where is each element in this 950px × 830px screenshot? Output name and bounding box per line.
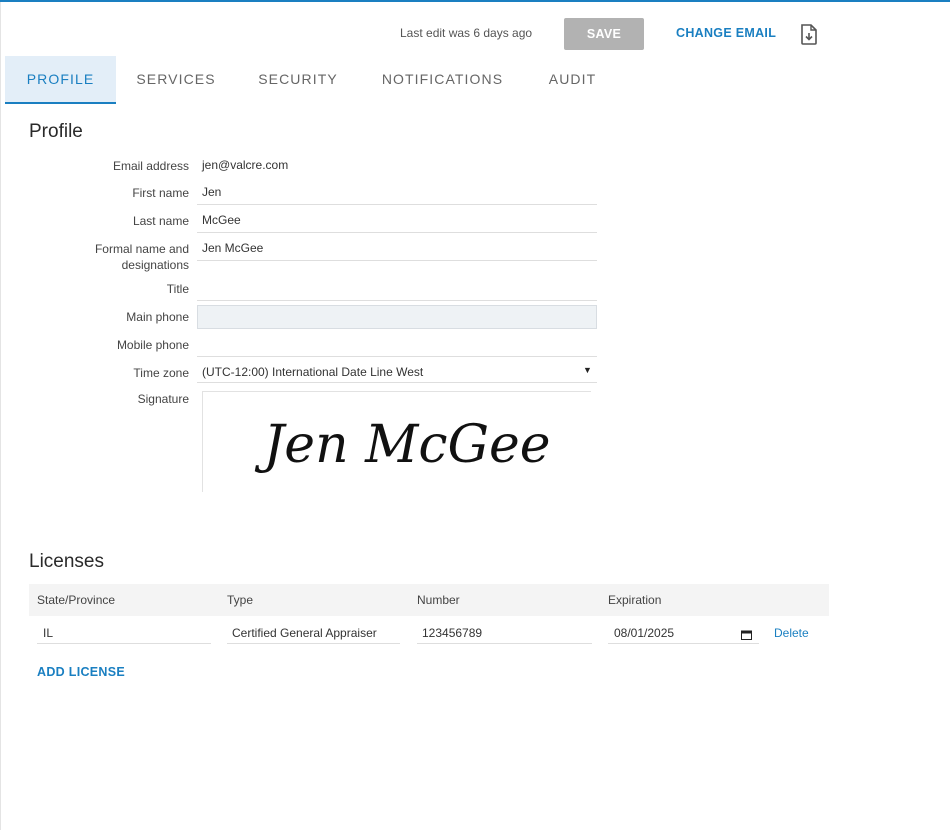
license-expiration-underline xyxy=(608,643,759,644)
time-zone-select[interactable]: (UTC-12:00) International Date Line West xyxy=(202,365,423,379)
tab-notifications[interactable]: NOTIFICATIONS xyxy=(375,56,510,102)
save-button[interactable]: SAVE xyxy=(564,18,644,50)
last-name-label: Last name xyxy=(132,214,189,228)
tab-services[interactable]: SERVICES xyxy=(126,56,226,102)
profile-heading: Profile xyxy=(29,121,83,142)
tab-profile[interactable]: PROFILE xyxy=(5,56,116,104)
change-email-button[interactable]: CHANGE EMAIL xyxy=(676,26,776,40)
mobile-phone-label: Mobile phone xyxy=(116,338,189,352)
first-name-input[interactable]: Jen xyxy=(202,185,221,199)
license-type-underline xyxy=(227,643,400,644)
dropdown-arrow-icon[interactable]: ▼ xyxy=(583,365,592,375)
main-phone-label: Main phone xyxy=(126,310,189,324)
title-underline xyxy=(197,300,597,301)
last-name-underline xyxy=(197,232,597,233)
title-label: Title xyxy=(166,282,189,296)
license-number-underline xyxy=(417,643,592,644)
license-expiration-input[interactable]: 08/01/2025 xyxy=(614,626,674,640)
license-state-underline xyxy=(37,643,211,644)
delete-license-button[interactable]: Delete xyxy=(774,626,809,640)
column-header-expiration: Expiration xyxy=(608,593,662,607)
column-header-number: Number xyxy=(417,593,460,607)
last-edit-status: Last edit was 6 days ago xyxy=(400,26,533,40)
column-header-type: Type xyxy=(227,593,254,607)
license-state-input[interactable]: IL xyxy=(43,626,53,640)
mobile-phone-underline xyxy=(197,356,597,357)
time-zone-label: Time zone xyxy=(133,366,189,380)
add-license-button[interactable]: ADD LICENSE xyxy=(37,665,125,679)
formal-name-underline xyxy=(197,260,597,261)
tab-security[interactable]: SECURITY xyxy=(248,56,348,102)
formal-name-input[interactable]: Jen McGee xyxy=(202,241,263,255)
left-divider xyxy=(0,2,1,830)
file-download-icon[interactable] xyxy=(800,24,818,45)
last-name-input[interactable]: McGee xyxy=(202,213,241,227)
email-label: Email address xyxy=(112,159,189,173)
signature-text: Jen McGee xyxy=(254,415,550,475)
calendar-icon[interactable] xyxy=(741,627,752,640)
time-zone-underline xyxy=(197,382,597,383)
signature-label: Signature xyxy=(137,392,189,406)
licenses-heading: Licenses xyxy=(29,551,104,572)
email-value: jen@valcre.com xyxy=(202,158,289,172)
column-header-state: State/Province xyxy=(37,593,116,607)
main-phone-input[interactable] xyxy=(197,305,597,329)
signature-pad[interactable]: Jen McGee xyxy=(202,391,591,492)
license-number-input[interactable]: 123456789 xyxy=(422,626,482,640)
license-type-input[interactable]: Certified General Appraiser xyxy=(232,626,377,640)
formal-name-label: Formal name and designations xyxy=(94,242,189,272)
first-name-underline xyxy=(197,204,597,205)
first-name-label: First name xyxy=(132,186,189,200)
tab-audit[interactable]: AUDIT xyxy=(535,56,610,102)
top-accent-bar xyxy=(0,0,950,2)
